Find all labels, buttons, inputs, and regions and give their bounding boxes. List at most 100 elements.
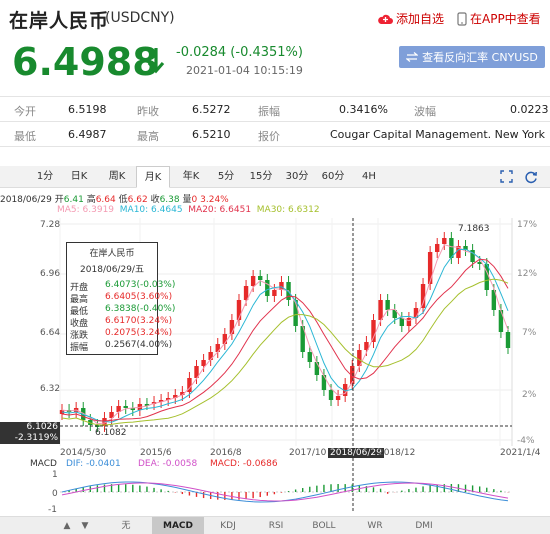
candle-body [505, 332, 511, 348]
axis-right-label: -4% [517, 436, 535, 446]
candle-body [378, 300, 383, 320]
scroll-down-button[interactable]: ▼ [78, 517, 92, 534]
ohlc-tooltip: 在岸人民币 2018/06/29/五 开盘 6.4073(-0.03%) 最高 … [66, 242, 175, 355]
candle-body [265, 280, 270, 296]
axis-right-label: 2% [522, 390, 537, 400]
tooltip-value: 0.2567(4.00%) [105, 340, 173, 350]
date-label: 2015/6 [140, 448, 172, 458]
reverse-rate-button[interactable]: 查看反向汇率 CNYUSD [399, 46, 545, 68]
prev-close-label: 昨收 [137, 105, 159, 118]
tab-30min[interactable]: 30分 [282, 166, 312, 188]
cloud-icon [378, 14, 393, 24]
prev-close-value: 6.5272 [192, 103, 231, 116]
header: 在岸人民币 (USDCNY) 添加自选 在APP中查看 [0, 0, 550, 36]
max-annotation: 7.1863 [458, 224, 490, 234]
tooltip-value: 0.2075(3.24%) [105, 328, 173, 338]
tab-rsi[interactable]: RSI [256, 517, 296, 534]
quote-source-label: 报价 [258, 130, 280, 143]
scroll-up-button[interactable]: ▲ [60, 517, 74, 534]
crosshair-price-label: 6.1026 -2.3119% [0, 422, 60, 444]
tooltip-label: 振幅 [70, 343, 89, 353]
axis-left-label: 7.28 [40, 220, 61, 230]
open-value: 6.5198 [68, 103, 107, 116]
candle-body [321, 375, 327, 390]
candle-body [123, 406, 128, 408]
app-view-label: 在APP中查看 [470, 12, 541, 26]
axis-right-label: 7% [522, 328, 537, 338]
open-label: 今开 [14, 105, 36, 118]
tab-1min[interactable]: 1分 [32, 166, 58, 188]
low-label: 最低 [14, 130, 36, 143]
quote-row: 今开 6.5198 昨收 6.5272 振幅 0.3416% 波幅 0.0223 [0, 97, 550, 122]
candle-body [385, 300, 390, 310]
tooltip-value: 6.3838(-0.40%) [105, 304, 176, 314]
crosshair-price: 6.1026 [26, 422, 59, 432]
page-title: 在岸人民币 [9, 10, 110, 32]
candle-body [399, 318, 405, 326]
axis-right-label: 17% [517, 220, 538, 230]
date-label: 2018/12 [378, 448, 416, 458]
range-value: 0.0223 [510, 103, 549, 116]
candle-body [371, 320, 376, 342]
tooltip-value: 6.6405(3.60%) [105, 292, 173, 302]
tab-15min[interactable]: 15分 [246, 166, 276, 188]
macd-tick: 0 [52, 489, 58, 499]
tab-4h[interactable]: 4H [356, 166, 382, 188]
kline-chart[interactable] [0, 188, 550, 534]
fullscreen-icon[interactable] [500, 170, 513, 183]
date-label: 2021/1/4 [500, 448, 541, 458]
candle-body [335, 396, 341, 400]
tab-none[interactable]: 无 [106, 517, 146, 534]
add-watch-button[interactable]: 添加自选 [378, 10, 444, 27]
quote-row: 最低 6.4987 最高 6.5210 报价 Cougar Capital Ma… [0, 122, 550, 147]
refresh-icon[interactable] [524, 170, 538, 184]
quote-time: 2021-01-04 10:15:19 [186, 64, 303, 77]
high-value: 6.5210 [192, 128, 231, 141]
down-arrow-icon [147, 48, 165, 74]
candle-body [307, 352, 312, 362]
tooltip-value: 6.6170(3.24%) [105, 316, 173, 326]
macd-tick: 1 [52, 470, 58, 480]
amplitude-value: 0.3416% [339, 103, 388, 116]
tab-5min[interactable]: 5分 [213, 166, 239, 188]
add-watch-label: 添加自选 [396, 12, 445, 26]
macd-title: MACD [30, 459, 57, 469]
tab-monthly[interactable]: 月K [136, 166, 170, 188]
low-value: 6.4987 [68, 128, 107, 141]
tooltip-date: 2018/06/29/五 [80, 265, 144, 275]
tab-kdj[interactable]: KDJ [208, 517, 248, 534]
tab-daily[interactable]: 日K [63, 166, 95, 188]
candle-body [250, 276, 256, 286]
current-price: 6.4988 [12, 40, 159, 84]
crosshair-pct: -2.3119% [14, 433, 58, 443]
candle-body [420, 284, 426, 308]
candle-body [442, 238, 447, 244]
tab-weekly[interactable]: 周K [101, 166, 133, 188]
high-label: 最高 [137, 130, 159, 143]
tooltip-value: 6.4073(-0.03%) [105, 280, 176, 290]
app-view-button[interactable]: 在APP中查看 [457, 10, 541, 27]
date-label: 2016/8 [210, 448, 242, 458]
candle-body [435, 244, 440, 252]
indicator-bar: ▲ ▼ 无 MACD KDJ RSI BOLL WR DMI [0, 516, 550, 534]
tab-dmi[interactable]: DMI [404, 517, 444, 534]
axis-left-label: 6.96 [40, 269, 61, 279]
axis-right-label: 12% [517, 269, 538, 279]
tab-yearly[interactable]: 年K [175, 166, 207, 188]
quote-table: 今开 6.5198 昨收 6.5272 振幅 0.3416% 波幅 0.0223… [0, 96, 550, 147]
price-change: -0.0284 (-0.4351%) [176, 45, 303, 60]
tab-wr[interactable]: WR [355, 517, 395, 534]
macd-dea: DEA: -0.0058 [138, 459, 198, 469]
candle-body [258, 276, 263, 280]
tab-macd[interactable]: MACD [152, 517, 204, 534]
macd-value: MACD: -0.0686 [210, 459, 278, 469]
candle-body [427, 252, 433, 284]
tab-boll[interactable]: BOLL [304, 517, 344, 534]
crosshair-date: 2018/06/29 [328, 448, 384, 458]
period-tabs: 1分 日K 周K 月K 年K 5分 15分 30分 60分 4H [0, 166, 550, 188]
candle-body [201, 360, 206, 366]
tab-60min[interactable]: 60分 [318, 166, 348, 188]
tooltip-title: 在岸人民币 [89, 249, 135, 259]
candle-body [328, 390, 334, 400]
phone-icon [457, 11, 467, 26]
